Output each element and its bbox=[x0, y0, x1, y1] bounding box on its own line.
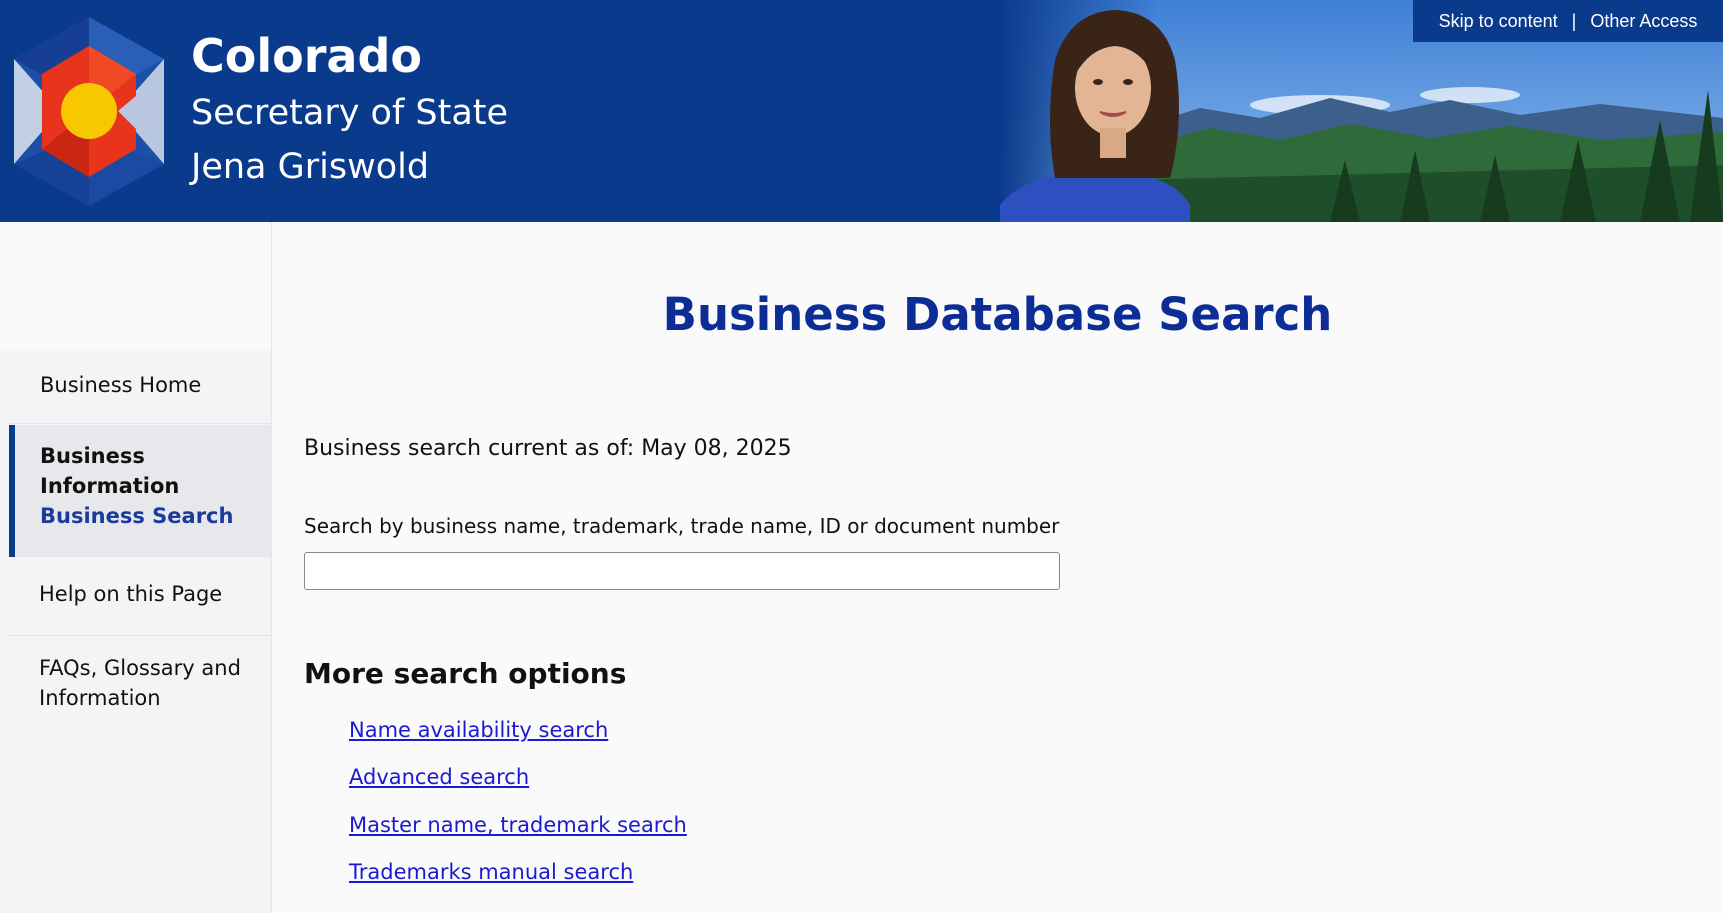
more-search-options-heading: More search options bbox=[304, 657, 627, 690]
header-office: Secretary of State bbox=[191, 93, 509, 133]
sidebar-item-label: Help on this Page bbox=[39, 582, 223, 606]
page-title: Business Database Search bbox=[662, 288, 1333, 341]
search-label: Search by business name, trademark, trad… bbox=[304, 514, 1060, 538]
sidebar-nav: Business Home Business Information Busin… bbox=[0, 349, 271, 913]
sidebar-item-label: Business Home bbox=[40, 373, 202, 397]
master-name-trademark-search-link[interactable]: Master name, trademark search bbox=[349, 813, 687, 837]
sidebar-item-label: Business Information bbox=[40, 444, 180, 498]
business-search-input[interactable] bbox=[304, 552, 1060, 590]
sidebar-item-faqs[interactable]: FAQs, Glossary and Information bbox=[9, 637, 271, 737]
access-separator: | bbox=[1571, 10, 1577, 31]
header-state: Colorado bbox=[191, 29, 422, 83]
main-content: Business Database Search Business search… bbox=[272, 222, 1723, 913]
sidebar-item-help[interactable]: Help on this Page bbox=[9, 557, 271, 636]
other-access-link[interactable]: Other Access bbox=[1590, 11, 1697, 31]
search-current-date: Business search current as of: May 08, 2… bbox=[304, 436, 792, 461]
trademarks-manual-search-link[interactable]: Trademarks manual search bbox=[349, 860, 633, 884]
sidebar-item-business-search[interactable]: Business Search bbox=[40, 501, 271, 531]
sidebar-item-label: FAQs, Glossary and Information bbox=[39, 656, 241, 710]
skip-to-content-link[interactable]: Skip to content bbox=[1439, 11, 1558, 31]
site-header: Colorado Secretary of State Jena Griswol… bbox=[0, 0, 1723, 222]
header-title-block: Colorado Secretary of State Jena Griswol… bbox=[191, 26, 508, 194]
name-availability-search-link[interactable]: Name availability search bbox=[349, 718, 608, 742]
sidebar-item-business-home[interactable]: Business Home bbox=[9, 349, 271, 424]
advanced-search-link[interactable]: Advanced search bbox=[349, 765, 529, 789]
header-official-name: Jena Griswold bbox=[191, 147, 430, 187]
colorado-logo-icon[interactable] bbox=[8, 14, 170, 209]
sidebar-item-business-information[interactable]: Business Information Business Search bbox=[9, 425, 271, 557]
access-bar: Skip to content | Other Access bbox=[1413, 0, 1723, 42]
